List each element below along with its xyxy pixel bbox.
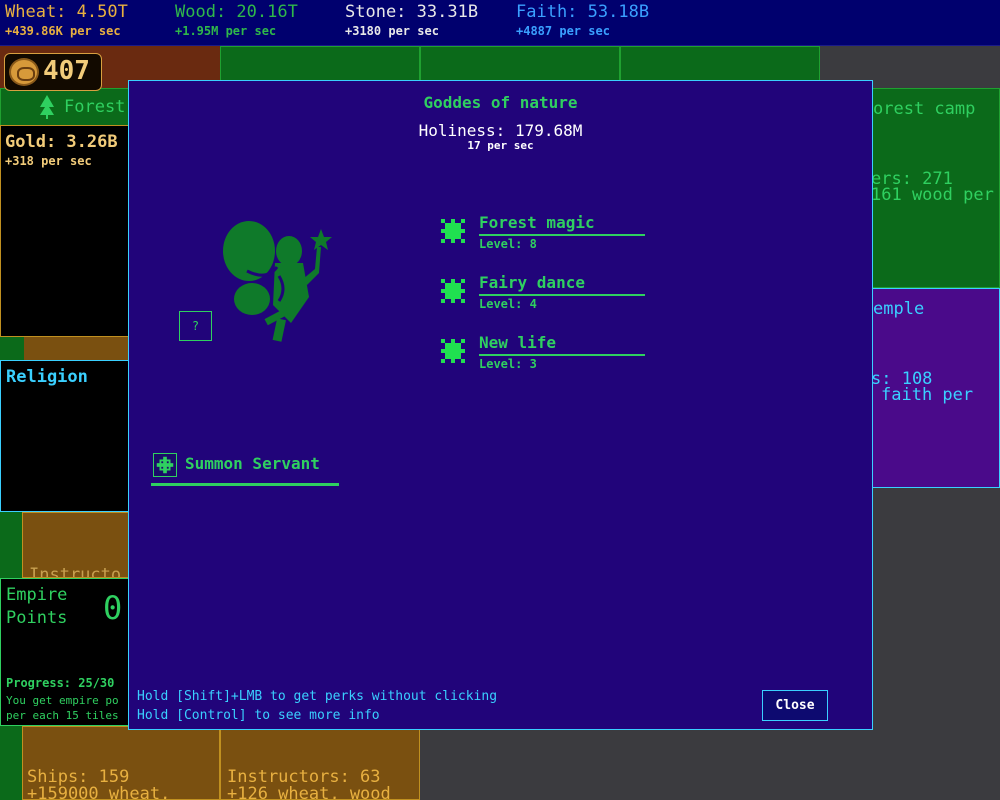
empire-title-1: Empire xyxy=(6,585,68,605)
empire-progress: Progress: 25/30 xyxy=(6,676,115,690)
tile-brown-strip[interactable] xyxy=(24,337,130,360)
hint-control: Hold [Control] to see more info xyxy=(137,708,380,723)
perk-name: New life xyxy=(479,333,645,356)
empire-note-2: per each 15 tiles xyxy=(6,709,119,722)
perk-level: Level: 4 xyxy=(479,297,537,311)
tile-green-left[interactable] xyxy=(0,512,24,578)
perk-fairy-dance[interactable]: Fairy dance Level: 4 xyxy=(441,273,661,323)
wheat-rate: +439.86K per sec xyxy=(5,24,121,38)
forest-magic-perk-icon xyxy=(441,219,465,243)
wheat-amount: Wheat: 4.50T xyxy=(5,2,128,22)
empire-title-2: Points xyxy=(6,608,68,628)
new-life-perk-icon xyxy=(441,339,465,363)
gold-title: Gold: 3.26B xyxy=(5,132,118,152)
empire-note-1: You get empire po xyxy=(6,694,119,707)
summon-servant-button[interactable]: Summon Servant xyxy=(151,451,339,486)
tile-ships[interactable]: Ships: 159 +159000 wheat, xyxy=(22,726,220,800)
instructors-peek-label: Instructo xyxy=(29,565,122,578)
tile-gold[interactable]: Gold: 3.26B +318 per sec xyxy=(0,125,130,337)
tile-religion[interactable]: Religion xyxy=(0,360,130,512)
summon-icon xyxy=(153,453,177,477)
wood-amount: Wood: 20.16T xyxy=(175,2,298,22)
tile-green-strip[interactable] xyxy=(0,337,24,360)
fairy-icon xyxy=(223,221,332,342)
faith-resource: Faith: 53.18B +4887 per sec xyxy=(516,2,649,38)
tree-icon xyxy=(40,95,54,119)
tile-instructors[interactable]: Instructors: 63 +126 wheat, wood xyxy=(220,726,420,800)
goddess-dialog: Goddes of nature Holiness: 179.68M 17 pe… xyxy=(128,80,873,730)
holiness-rate: 17 per sec xyxy=(467,139,534,152)
perk-level: Level: 3 xyxy=(479,357,537,371)
tile-forest[interactable]: Forest xyxy=(0,88,130,126)
religion-title: Religion xyxy=(6,367,88,387)
resource-bar: Wheat: 4.50T +439.86K per sec Wood: 20.1… xyxy=(0,0,1000,46)
ships-rate: +159000 wheat, xyxy=(27,784,171,800)
forest-camp-rate: 161 wood per xyxy=(871,185,994,205)
perk-forest-magic[interactable]: Forest magic Level: 8 xyxy=(441,213,661,263)
currency-counter: 407 xyxy=(4,53,102,91)
forest-camp-title: orest camp xyxy=(873,99,976,119)
perk-name: Fairy dance xyxy=(479,273,645,296)
perk-new-life[interactable]: New life Level: 3 xyxy=(441,333,661,383)
temple-title: emple xyxy=(873,299,925,319)
faith-amount: Faith: 53.18B xyxy=(516,2,650,22)
stone-resource: Stone: 33.31B +3180 per sec xyxy=(345,2,478,38)
temple-rate: faith per xyxy=(881,385,974,405)
wood-resource: Wood: 20.16T +1.95M per sec xyxy=(175,2,298,38)
wheat-resource: Wheat: 4.50T +439.86K per sec xyxy=(5,2,128,38)
holiness-amount: Holiness: 179.68M xyxy=(418,121,583,140)
hint-shift: Hold [Shift]+LMB to get perks without cl… xyxy=(137,689,498,704)
close-button[interactable]: Close xyxy=(762,690,828,721)
instructors-rate: +126 wheat, wood xyxy=(227,784,391,800)
wood-rate: +1.95M per sec xyxy=(175,24,277,38)
gold-rate: +318 per sec xyxy=(5,154,92,168)
fairy-dance-perk-icon xyxy=(441,279,465,303)
perk-name: Forest magic xyxy=(479,213,645,236)
faith-rate: +4887 per sec xyxy=(516,24,610,38)
summon-label: Summon Servant xyxy=(185,454,320,473)
stone-amount: Stone: 33.31B xyxy=(345,2,479,22)
stone-rate: +3180 per sec xyxy=(345,24,439,38)
dialog-title: Goddes of nature xyxy=(423,93,578,112)
tile-green-bottom[interactable] xyxy=(0,726,24,800)
forest-label: Forest xyxy=(64,97,126,117)
tile-empire-points[interactable]: Empire Points 0 Progress: 25/30 You get … xyxy=(0,578,130,726)
help-button[interactable]: ? xyxy=(179,311,212,341)
coin-icon xyxy=(9,58,39,86)
currency-value: 407 xyxy=(43,56,90,86)
perk-level: Level: 8 xyxy=(479,237,537,251)
tile-instructors-peek[interactable]: Instructo xyxy=(22,512,130,578)
empire-points-value: 0 xyxy=(103,589,123,627)
